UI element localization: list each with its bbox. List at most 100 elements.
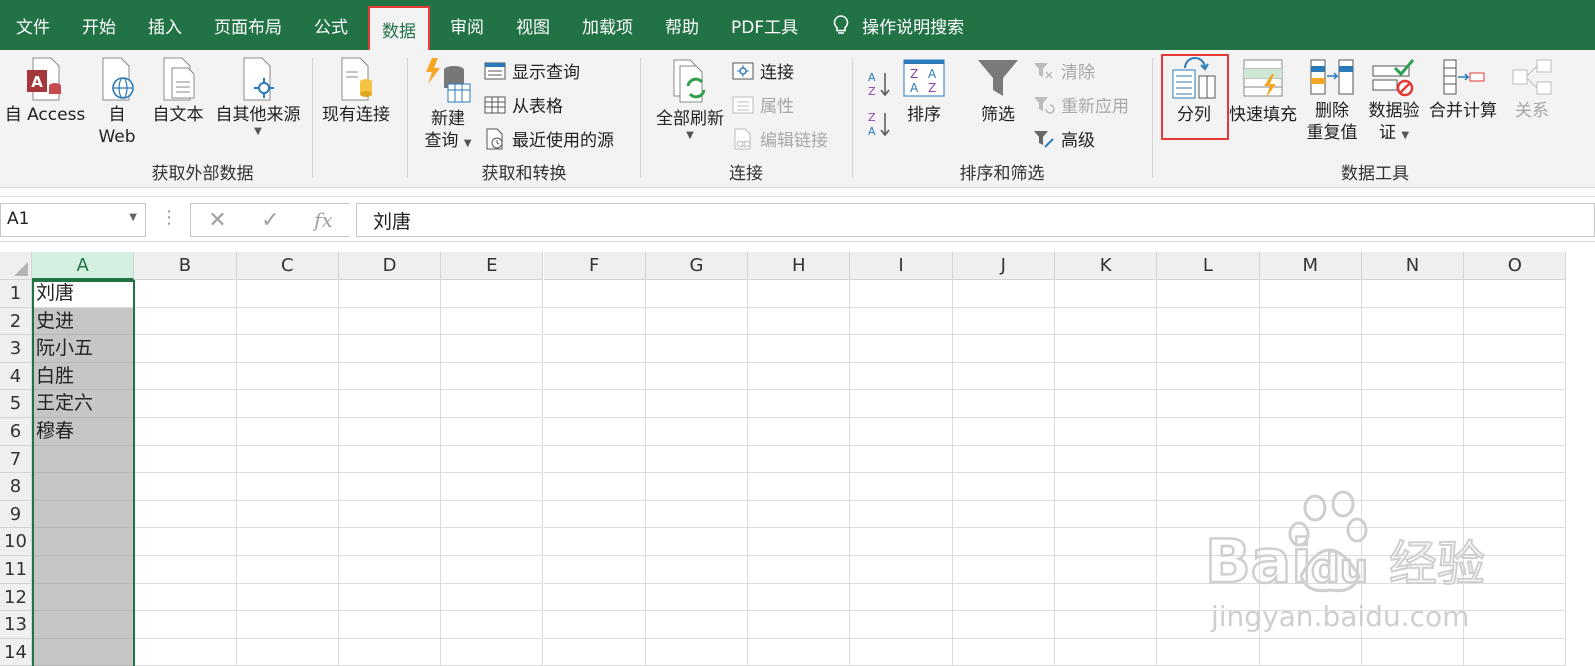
- cell-l3[interactable]: [1157, 335, 1260, 363]
- cell-o5[interactable]: [1464, 390, 1567, 418]
- insert-function-icon[interactable]: fx: [314, 208, 333, 232]
- cell-h13[interactable]: [748, 611, 851, 639]
- cell-a8[interactable]: [32, 473, 135, 501]
- column-header-f[interactable]: F: [543, 252, 646, 280]
- cell-d6[interactable]: [338, 418, 442, 446]
- cell-g6[interactable]: [645, 418, 749, 446]
- edit-links-button[interactable]: 编辑链接: [732, 126, 828, 151]
- cell-g3[interactable]: [645, 335, 749, 363]
- cell-k7[interactable]: [1055, 445, 1158, 474]
- cell-h11[interactable]: [748, 556, 851, 584]
- cell-f4[interactable]: [543, 362, 646, 391]
- cell-j8[interactable]: [952, 473, 1055, 501]
- cell-i2[interactable]: [850, 307, 953, 336]
- sort-button[interactable]: Z A A Z 排序: [899, 56, 949, 126]
- cell-j3[interactable]: [952, 335, 1055, 363]
- cell-l12[interactable]: [1157, 583, 1260, 612]
- cell-m11[interactable]: [1259, 556, 1362, 584]
- cell-j5[interactable]: [952, 390, 1055, 418]
- cell-l10[interactable]: [1157, 528, 1260, 556]
- cell-o13[interactable]: [1464, 611, 1567, 639]
- cell-m6[interactable]: [1259, 418, 1362, 446]
- cell-i14[interactable]: [850, 638, 953, 666]
- cell-e13[interactable]: [441, 611, 544, 639]
- cell-g11[interactable]: [645, 556, 749, 584]
- cell-e12[interactable]: [441, 583, 544, 612]
- cell-o3[interactable]: [1464, 335, 1567, 363]
- cell-f5[interactable]: [543, 390, 646, 418]
- cell-f14[interactable]: [543, 638, 646, 666]
- cell-b12[interactable]: [134, 583, 237, 612]
- cell-o10[interactable]: [1464, 528, 1567, 556]
- cell-d12[interactable]: [338, 583, 442, 612]
- cell-e6[interactable]: [441, 418, 544, 446]
- enter-check-icon[interactable]: ✓: [261, 208, 279, 233]
- tab-insert[interactable]: 插入: [132, 0, 198, 50]
- cell-k3[interactable]: [1055, 335, 1158, 363]
- cell-o4[interactable]: [1464, 362, 1567, 391]
- formula-bar-grip-icon[interactable]: ⋮: [160, 207, 178, 228]
- connections-button[interactable]: 连接: [732, 58, 794, 83]
- cell-f6[interactable]: [543, 418, 646, 446]
- cell-a1[interactable]: 刘唐: [32, 280, 135, 308]
- cell-m3[interactable]: [1259, 335, 1362, 363]
- tab-data[interactable]: 数据: [368, 6, 430, 50]
- cell-m9[interactable]: [1259, 500, 1362, 529]
- cell-b4[interactable]: [134, 362, 237, 391]
- cell-b5[interactable]: [134, 390, 237, 418]
- new-query-button[interactable]: 新建 查询 ▼: [418, 56, 478, 152]
- cell-j7[interactable]: [952, 445, 1055, 474]
- name-box[interactable]: A1 ▼: [0, 203, 146, 237]
- cell-h7[interactable]: [748, 445, 851, 474]
- column-header-l[interactable]: L: [1157, 252, 1260, 280]
- cell-j2[interactable]: [952, 307, 1055, 336]
- cell-a10[interactable]: [32, 528, 135, 556]
- cell-k11[interactable]: [1055, 556, 1158, 584]
- tell-me-search[interactable]: 操作说明搜索: [814, 0, 980, 50]
- cell-e8[interactable]: [441, 473, 544, 501]
- cell-d4[interactable]: [338, 362, 442, 391]
- cell-m5[interactable]: [1259, 390, 1362, 418]
- cell-d5[interactable]: [338, 390, 442, 418]
- reapply-button[interactable]: 重新应用: [1033, 92, 1129, 117]
- cell-d14[interactable]: [338, 638, 442, 666]
- cell-j6[interactable]: [952, 418, 1055, 446]
- cell-i3[interactable]: [850, 335, 953, 363]
- cell-j13[interactable]: [952, 611, 1055, 639]
- cell-c5[interactable]: [236, 390, 339, 418]
- flash-fill-button[interactable]: 快速填充: [1227, 56, 1299, 126]
- remove-duplicates-button[interactable]: 删除 重复值: [1303, 56, 1361, 144]
- cell-d3[interactable]: [338, 335, 442, 363]
- cell-b1[interactable]: [134, 280, 237, 308]
- refresh-all-button[interactable]: 全部刷新 ▼: [650, 56, 730, 142]
- cell-b10[interactable]: [134, 528, 237, 556]
- advanced-filter-button[interactable]: 高级: [1033, 126, 1095, 151]
- cell-i10[interactable]: [850, 528, 953, 556]
- column-header-m[interactable]: M: [1259, 252, 1362, 280]
- cell-c14[interactable]: [236, 638, 339, 666]
- tab-help[interactable]: 帮助: [649, 0, 715, 50]
- cell-k1[interactable]: [1055, 280, 1158, 308]
- cell-n5[interactable]: [1361, 390, 1465, 418]
- cell-c11[interactable]: [236, 556, 339, 584]
- cell-d13[interactable]: [338, 611, 442, 639]
- cell-i4[interactable]: [850, 362, 953, 391]
- cell-g13[interactable]: [645, 611, 749, 639]
- cell-d8[interactable]: [338, 473, 442, 501]
- column-header-k[interactable]: K: [1055, 252, 1158, 280]
- cell-d2[interactable]: [338, 307, 442, 336]
- cell-e14[interactable]: [441, 638, 544, 666]
- cell-h2[interactable]: [748, 307, 851, 336]
- cell-h9[interactable]: [748, 500, 851, 529]
- from-web-button[interactable]: 自 Web: [94, 56, 140, 148]
- row-header-6[interactable]: 6: [0, 418, 32, 446]
- cell-g4[interactable]: [645, 362, 749, 391]
- cell-e4[interactable]: [441, 362, 544, 391]
- cell-c6[interactable]: [236, 418, 339, 446]
- cell-n6[interactable]: [1361, 418, 1465, 446]
- cell-h8[interactable]: [748, 473, 851, 501]
- cell-m4[interactable]: [1259, 362, 1362, 391]
- cell-i11[interactable]: [850, 556, 953, 584]
- cell-j9[interactable]: [952, 500, 1055, 529]
- cell-m13[interactable]: [1259, 611, 1362, 639]
